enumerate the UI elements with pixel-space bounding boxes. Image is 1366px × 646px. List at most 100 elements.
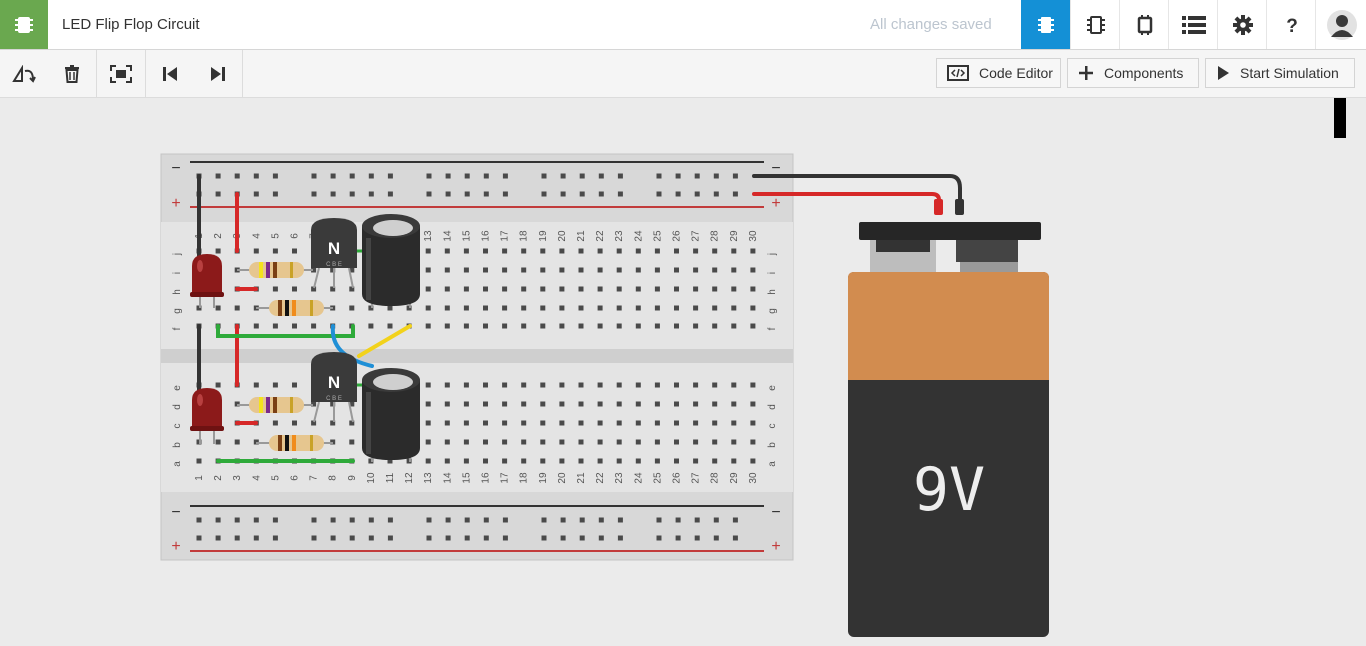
column-number-label: 17: [500, 472, 511, 484]
code-editor-label: Code Editor: [979, 65, 1053, 81]
row-letter-label: d: [172, 404, 183, 410]
component-list-button[interactable]: [1119, 0, 1169, 49]
center-channel: [161, 349, 793, 363]
code-editor-button[interactable]: Code Editor: [936, 58, 1061, 88]
row-letter-label: a: [172, 461, 183, 467]
row-letter-label: j: [172, 253, 183, 256]
previous-icon: [163, 66, 177, 81]
rotate-icon: [12, 64, 36, 83]
circuit-canvas[interactable]: − − + + − − + + 112233445566778899101011…: [0, 48, 1366, 641]
row-letter-label: h: [767, 289, 778, 295]
column-number-label: 18: [519, 472, 530, 484]
components-label: Components: [1104, 65, 1184, 81]
start-simulation-label: Start Simulation: [1240, 65, 1339, 81]
rail-plus-label: +: [171, 538, 180, 555]
column-number-label: 23: [614, 472, 625, 484]
save-status: All changes saved: [870, 16, 992, 33]
column-number-label: 2: [213, 233, 224, 239]
column-number-label: 24: [633, 472, 644, 484]
battery-label: 9V: [913, 455, 985, 525]
delete-icon: [65, 64, 79, 83]
column-number-label: 14: [442, 230, 453, 242]
row-letter-label: f: [767, 327, 778, 330]
column-number-label: 13: [423, 230, 434, 242]
start-simulation-button[interactable]: Start Simulation: [1205, 58, 1355, 88]
user-avatar-icon: [1326, 9, 1357, 40]
column-number-label: 21: [576, 230, 587, 242]
component-list-icon: [1137, 14, 1152, 35]
row-letter-label: b: [767, 442, 778, 448]
row-letter-label: h: [172, 289, 183, 295]
column-number-label: 21: [576, 472, 587, 484]
column-number-label: 9: [347, 475, 358, 481]
components-button[interactable]: Components: [1067, 58, 1199, 88]
column-number-label: 12: [404, 472, 415, 484]
row-letter-label: a: [767, 461, 778, 467]
settings-gear-icon: [1232, 14, 1253, 35]
column-number-label: 4: [251, 475, 262, 481]
plus-icon: [1079, 66, 1093, 80]
rail-minus-label: −: [171, 160, 180, 177]
app-logo-button[interactable]: [0, 0, 48, 49]
row-letter-label: f: [172, 327, 183, 330]
circuit-view-button[interactable]: [1021, 0, 1070, 49]
capacitor-top[interactable]: [362, 214, 420, 308]
column-number-label: 30: [748, 472, 759, 484]
fit-to-view-button[interactable]: [97, 50, 145, 97]
column-number-label: 4: [251, 233, 262, 239]
column-number-label: 1: [194, 475, 205, 481]
help-button[interactable]: ?: [1266, 0, 1316, 49]
column-number-label: 29: [729, 230, 740, 242]
transistor-label: N: [328, 373, 340, 392]
column-number-label: 20: [557, 230, 568, 242]
battery-9v[interactable]: 9V: [848, 222, 1049, 637]
column-number-label: 22: [595, 472, 606, 484]
settings-button[interactable]: [1217, 0, 1267, 49]
column-number-label: 16: [481, 472, 492, 484]
chip-icon: [15, 16, 33, 33]
list-icon: [1181, 15, 1206, 34]
next-button[interactable]: [194, 50, 242, 97]
column-number-label: 20: [557, 472, 568, 484]
column-number-label: 27: [691, 230, 702, 242]
user-menu-button[interactable]: [1315, 0, 1366, 49]
rail-minus-label: −: [171, 504, 180, 521]
column-number-label: 23: [614, 230, 625, 242]
row-letter-label: b: [172, 442, 183, 448]
row-letter-label: c: [172, 424, 183, 429]
rail-minus-label: −: [771, 504, 780, 521]
rail-plus-label: +: [771, 195, 780, 212]
rail-plus-label: +: [171, 195, 180, 212]
pointer-arrow-icon: [1328, 48, 1352, 138]
row-letter-label: e: [172, 385, 183, 391]
row-letter-label: i: [172, 272, 183, 274]
capacitor-bottom[interactable]: [362, 368, 420, 462]
row-letter-label: d: [767, 404, 778, 410]
transistor-pins: C B E: [326, 262, 342, 268]
help-icon: ?: [1286, 16, 1298, 36]
column-number-label: 19: [538, 230, 549, 242]
delete-button[interactable]: [48, 50, 96, 97]
column-number-label: 5: [270, 233, 281, 239]
schematic-view-button[interactable]: [1070, 0, 1120, 49]
column-number-label: 6: [290, 233, 301, 239]
row-letter-label: j: [767, 253, 778, 256]
row-letter-label: c: [767, 424, 778, 429]
column-number-label: 22: [595, 230, 606, 242]
list-view-button[interactable]: [1168, 0, 1218, 49]
column-number-label: 15: [461, 472, 472, 484]
row-letter-label: g: [767, 308, 778, 314]
design-title[interactable]: LED Flip Flop Circuit: [62, 0, 200, 49]
column-number-label: 3: [232, 475, 243, 481]
column-number-label: 26: [672, 230, 683, 242]
transistor-label: N: [328, 239, 340, 258]
previous-button[interactable]: [146, 50, 194, 97]
rotate-button[interactable]: [0, 50, 48, 97]
column-number-label: 13: [423, 472, 434, 484]
column-number-label: 14: [442, 472, 453, 484]
column-number-label: 17: [500, 230, 511, 242]
column-number-label: 19: [538, 472, 549, 484]
column-number-label: 29: [729, 472, 740, 484]
column-number-label: 15: [461, 230, 472, 242]
svg-text:?: ?: [1286, 16, 1298, 36]
